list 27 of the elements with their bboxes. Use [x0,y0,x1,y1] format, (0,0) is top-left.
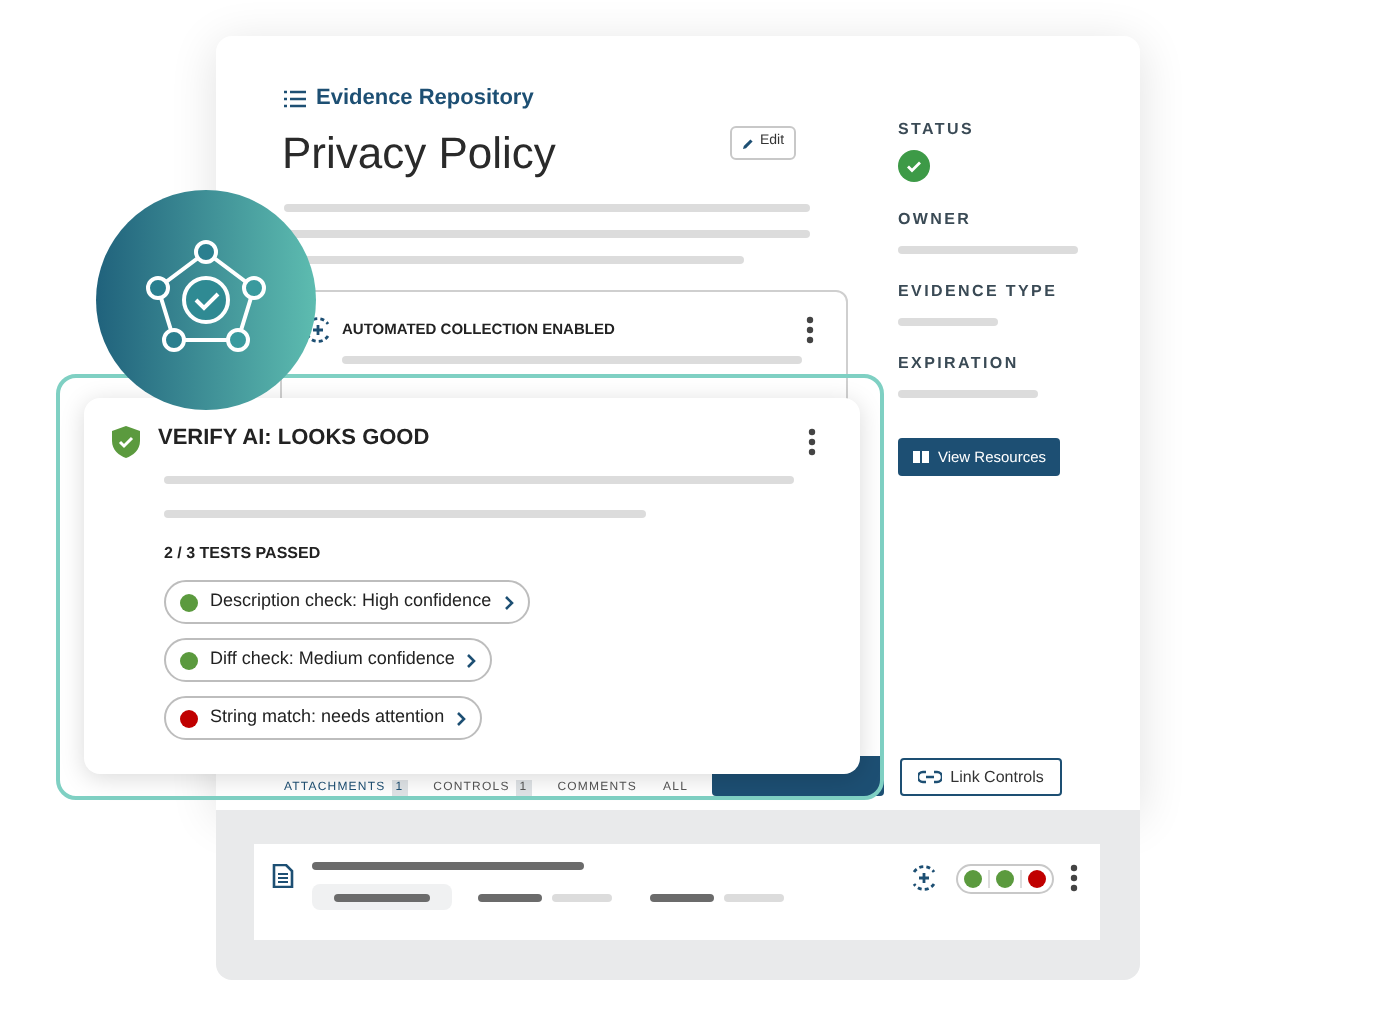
document-icon [272,864,294,888]
breadcrumb-link[interactable]: Evidence Repository [316,82,534,115]
test-result-pill[interactable]: Description check: High confidence [164,580,530,624]
check-circle-icon [898,150,930,182]
test-result-pill[interactable]: Diff check: Medium confidence [164,638,493,682]
list-icon [284,89,306,108]
field-label: EXPIRATION [898,352,1021,376]
field-label: STATUS [898,118,977,142]
book-icon [911,450,930,464]
pencil-icon [742,137,754,149]
field-label: OWNER [898,208,974,232]
page-title: Privacy Policy [282,132,556,176]
test-result-pill[interactable]: String match: needs attention [164,696,483,740]
chevron-right-icon [466,653,477,667]
card-title: VERIFY AI: LOOKS GOOD [158,423,430,454]
field-label: EVIDENCE TYPE [898,280,1060,304]
tests-summary: 2 / 3 TESTS PASSED [164,542,323,566]
more-icon[interactable] [806,316,814,344]
chevron-right-icon [503,595,514,609]
chevron-right-icon [456,711,467,725]
link-icon [918,770,943,784]
link-controls-button[interactable]: Link Controls [900,758,1062,796]
shield-check-icon [112,426,140,458]
evidence-row[interactable] [254,844,1100,940]
more-icon[interactable] [808,428,816,456]
sync-plus-icon [908,862,940,894]
more-icon[interactable] [1070,864,1078,892]
